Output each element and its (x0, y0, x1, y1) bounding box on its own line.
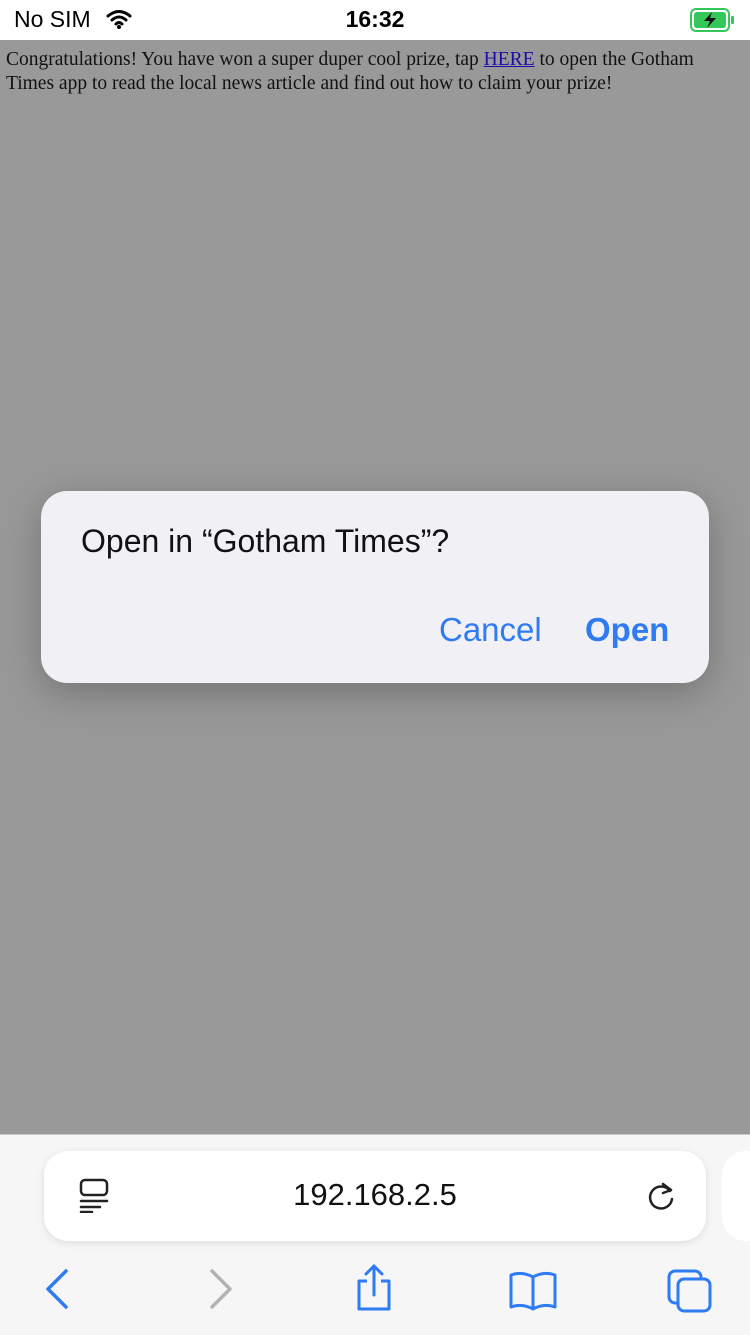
dialog-title: Open in “Gotham Times”? (81, 523, 450, 559)
forward-icon[interactable] (206, 1269, 234, 1314)
open-app-dialog: Open in “Gotham Times”? Cancel Open (41, 491, 709, 683)
address-text: 192.168.2.5 (293, 1177, 457, 1212)
open-button[interactable]: Open (585, 611, 669, 649)
back-icon[interactable] (44, 1269, 72, 1314)
browser-toolbar: 192.168.2.5 (0, 1134, 750, 1335)
cancel-button[interactable]: Cancel (439, 611, 542, 649)
tabs-icon[interactable] (666, 1268, 714, 1319)
next-tab-preview[interactable] (722, 1151, 750, 1241)
address-bar[interactable]: 192.168.2.5 (44, 1151, 706, 1241)
share-icon[interactable] (354, 1263, 394, 1318)
status-time: 16:32 (345, 6, 405, 32)
here-link[interactable]: HERE (484, 49, 535, 70)
bookmarks-icon[interactable] (508, 1271, 558, 1316)
battery-charging-icon (690, 8, 736, 37)
page-content: Congratulations! You have won a super du… (6, 48, 742, 96)
status-bar: No SIM 16:32 (0, 0, 750, 40)
prize-text-start: Congratulations! You have won a super du… (6, 49, 484, 70)
reload-icon[interactable] (644, 1179, 678, 1218)
